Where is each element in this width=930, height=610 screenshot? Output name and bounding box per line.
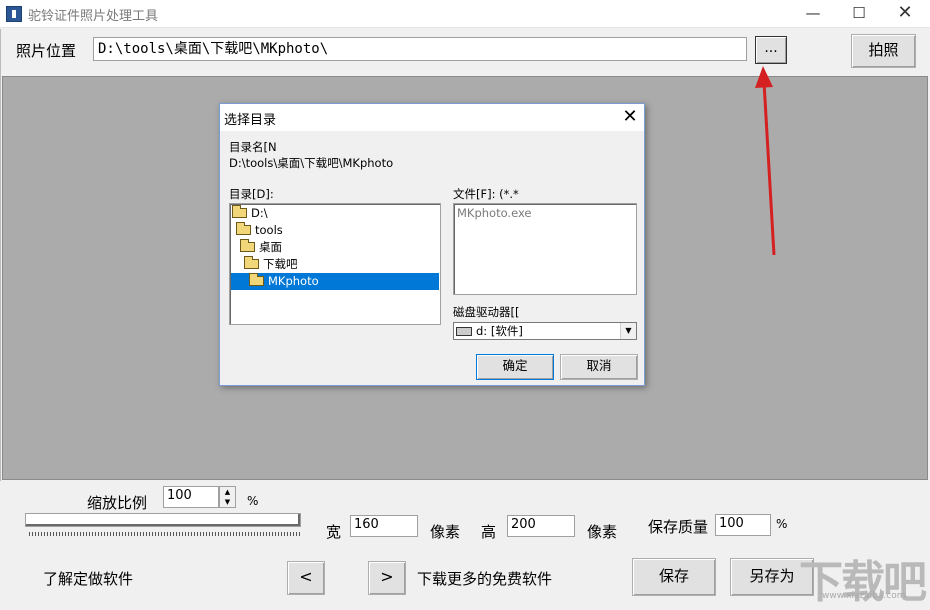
photo-location-label: 照片位置 <box>16 40 76 61</box>
zoom-input[interactable]: 100 <box>163 486 219 508</box>
file-item[interactable]: MKphoto.exe <box>457 206 532 220</box>
spin-down-icon[interactable]: ▼ <box>220 497 235 507</box>
open-folder-icon <box>249 276 264 286</box>
slider-ticks <box>29 532 301 536</box>
chevron-down-icon[interactable]: ▼ <box>620 323 636 339</box>
dialog-title: 选择目录 <box>224 109 276 128</box>
drive-select[interactable]: d: [软件] ▼ <box>453 322 637 340</box>
quality-unit: % <box>776 517 787 531</box>
red-arrow-icon <box>745 60 785 260</box>
directory-item[interactable]: tools <box>236 222 438 239</box>
directory-list[interactable]: D:\ tools 桌面 下载吧 MKphoto <box>229 203 441 325</box>
zoom-unit: % <box>247 494 258 508</box>
directory-label: 目录[D]: <box>229 186 274 202</box>
open-folder-icon <box>232 208 247 218</box>
directory-item-selected[interactable]: MKphoto <box>231 273 439 290</box>
spin-up-icon[interactable]: ▲ <box>220 487 235 497</box>
open-folder-icon <box>236 225 251 235</box>
take-photo-button[interactable]: 拍照 <box>851 34 916 68</box>
maximize-button[interactable]: ☐ <box>836 0 882 28</box>
ok-button[interactable]: 确定 <box>476 354 554 380</box>
height-label: 高 <box>481 521 496 542</box>
quality-input[interactable]: 100 <box>715 514 771 536</box>
files-label: 文件[F]: (*.* <box>453 186 519 202</box>
directory-item[interactable]: 下载吧 <box>244 256 438 273</box>
learn-custom-link[interactable]: 了解定做软件 <box>43 568 133 589</box>
width-label: 宽 <box>326 521 341 542</box>
window-title: 驼铃证件照片处理工具 <box>28 5 158 24</box>
next-button[interactable]: > <box>368 561 406 595</box>
open-folder-icon <box>244 259 259 269</box>
directory-item[interactable]: 桌面 <box>240 239 438 256</box>
dirname-value: D:\tools\桌面\下载吧\MKphoto <box>229 155 393 171</box>
watermark-url: www.xiazaiba.com <box>822 591 906 601</box>
open-folder-icon <box>240 242 255 252</box>
minimize-button[interactable]: — <box>790 0 836 28</box>
more-software-link[interactable]: 下载更多的免费软件 <box>417 568 552 589</box>
quality-label: 保存质量 <box>648 516 708 537</box>
width-unit: 像素 <box>430 521 460 542</box>
directory-item[interactable]: D:\ <box>232 205 438 222</box>
height-unit: 像素 <box>587 521 617 542</box>
zoom-label: 缩放比例 <box>87 492 147 513</box>
dirname-label: 目录名[N <box>229 139 277 155</box>
zoom-slider[interactable] <box>25 513 301 527</box>
drive-icon <box>456 327 472 336</box>
dialog-close-button[interactable]: ✕ <box>618 105 642 129</box>
close-button[interactable]: ✕ <box>882 0 928 28</box>
save-button[interactable]: 保存 <box>632 558 716 596</box>
dialog-title-bar <box>220 104 644 131</box>
height-input[interactable]: 200 <box>507 515 575 537</box>
prev-button[interactable]: < <box>287 561 325 595</box>
photo-path-input[interactable]: D:\tools\桌面\下载吧\MKphoto\ <box>93 37 747 61</box>
app-icon <box>6 6 22 22</box>
zoom-spinner[interactable]: ▲ ▼ <box>219 486 236 508</box>
select-directory-dialog: 选择目录 ✕ 目录名[N D:\tools\桌面\下载吧\MKphoto 目录[… <box>219 103 645 386</box>
drive-label: 磁盘驱动器[[ <box>453 304 519 320</box>
width-input[interactable]: 160 <box>350 515 418 537</box>
cancel-button[interactable]: 取消 <box>560 354 638 380</box>
file-list[interactable]: MKphoto.exe <box>453 203 637 295</box>
